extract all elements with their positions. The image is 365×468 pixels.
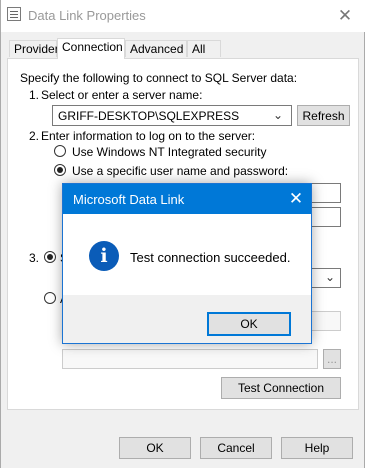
step1-label: Select or enter a server name: (41, 88, 203, 102)
dialog-message: Test connection succeeded. (130, 250, 291, 265)
step3-number: 3. (29, 251, 40, 265)
help-button[interactable]: Help (281, 437, 353, 459)
step2-number: 2. (29, 129, 40, 143)
dialog-ok-button[interactable]: OK (207, 312, 291, 336)
dialog-title-bar: Microsoft Data Link ✕ (63, 184, 311, 214)
test-connection-label: Test Connection (237, 381, 325, 395)
specific-user-radio[interactable] (54, 164, 66, 176)
server-name-value: GRIFF-DESKTOP\SQLEXPRESS (58, 109, 240, 123)
app-icon (7, 7, 21, 21)
close-icon[interactable]: ✕ (285, 188, 307, 210)
title-bar: Data Link Properties ✕ (1, 0, 365, 32)
tab-advanced[interactable]: Advanced (125, 40, 187, 57)
window-title: Data Link Properties (28, 8, 146, 23)
chevron-down-icon[interactable]: ⌄ (273, 108, 283, 122)
step2-label: Enter information to log on to the serve… (41, 129, 256, 143)
tab-provider[interactable]: Provider (9, 40, 59, 57)
dialog-title: Microsoft Data Link (73, 192, 185, 207)
info-icon: i (89, 241, 119, 271)
tab-connection[interactable]: Connection (57, 38, 125, 59)
ok-button[interactable]: OK (119, 437, 191, 459)
attach-file-radio[interactable] (44, 292, 56, 304)
refresh-button[interactable]: Refresh (297, 105, 350, 126)
file-path-field[interactable] (62, 349, 318, 369)
test-result-dialog: Microsoft Data Link ✕ i Test connection … (62, 183, 312, 344)
tab-all[interactable]: All (187, 40, 221, 57)
specific-user-label: Use a specific user name and password: (72, 164, 289, 178)
close-icon[interactable]: ✕ (333, 4, 357, 28)
step1-number: 1. (29, 88, 40, 102)
dialog-body: i Test connection succeeded. (63, 214, 311, 295)
nt-security-label: Use Windows NT Integrated security (72, 145, 267, 159)
nt-security-radio[interactable] (54, 145, 66, 157)
select-database-radio[interactable] (44, 251, 56, 263)
cancel-button[interactable]: Cancel (200, 437, 272, 459)
server-name-combobox[interactable]: GRIFF-DESKTOP\SQLEXPRESS ⌄ (52, 105, 292, 126)
test-connection-button[interactable]: Test Connection (221, 377, 341, 399)
chevron-down-icon[interactable]: ⌄ (325, 270, 335, 284)
browse-button[interactable]: ... (323, 349, 341, 369)
intro-text: Specify the following to connect to SQL … (20, 71, 298, 85)
